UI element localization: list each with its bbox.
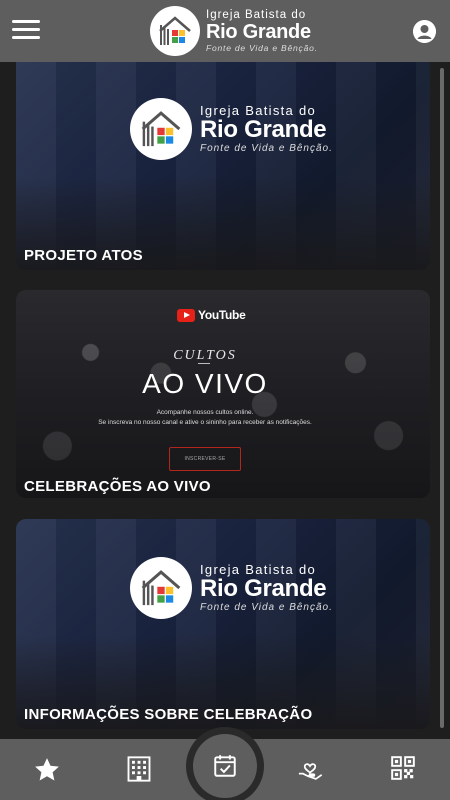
divider xyxy=(198,363,210,364)
app-header: Igreja Batista do Rio Grande Fonte de Vi… xyxy=(0,0,450,62)
subtitle-line2: Se inscreva no nosso canal e ative o sin… xyxy=(98,419,312,426)
card-title: CELEBRAÇÕES AO VIVO xyxy=(24,478,211,495)
card-title: INFORMAÇÕES SOBRE CELEBRAÇÃO xyxy=(24,706,313,723)
header-logo: Igreja Batista do Rio Grande Fonte de Vi… xyxy=(150,5,318,57)
hand-heart-icon[interactable] xyxy=(296,755,326,785)
card-logo: Igreja Batista do Rio Grande Fonte de Vi… xyxy=(130,557,333,619)
church-logo-icon xyxy=(150,6,200,56)
card-projeto-atos[interactable]: Igreja Batista do Rio Grande Fonte de Vi… xyxy=(16,62,430,270)
logo-line1: Igreja Batista do xyxy=(206,8,307,21)
youtube-label: YouTube xyxy=(198,308,246,322)
calendar-check-icon[interactable] xyxy=(193,734,257,798)
logo-line2: Rio Grande xyxy=(200,575,327,602)
logo-line2: Rio Grande xyxy=(200,116,327,143)
logo-line2: Rio Grande xyxy=(206,21,311,43)
subscribe-button[interactable]: INSCREVER-SE xyxy=(169,447,241,471)
building-icon[interactable] xyxy=(125,755,155,785)
card-informacoes-celebracao[interactable]: Igreja Batista do Rio Grande Fonte de Vi… xyxy=(16,519,430,729)
subtitle-line1: Acompanhe nossos cultos online. xyxy=(156,409,254,416)
card-logo-text: Igreja Batista do Rio Grande Fonte de Vi… xyxy=(200,104,333,154)
card-title: PROJETO ATOS xyxy=(24,247,143,264)
card-logo: Igreja Batista do Rio Grande Fonte de Vi… xyxy=(130,98,333,160)
scrollbar[interactable] xyxy=(440,68,444,728)
ao-vivo-headline: AO VIVO xyxy=(142,368,268,399)
star-icon[interactable] xyxy=(32,755,62,785)
church-logo-icon xyxy=(130,557,192,619)
logo-line3: Fonte de Vida e Bênção. xyxy=(200,602,333,613)
qr-code-icon[interactable] xyxy=(390,755,420,785)
bottom-nav xyxy=(0,727,450,800)
youtube-play-icon xyxy=(177,308,195,322)
content-list[interactable]: Igreja Batista do Rio Grande Fonte de Vi… xyxy=(0,62,450,739)
card-logo-text: Igreja Batista do Rio Grande Fonte de Vi… xyxy=(200,563,333,613)
youtube-logo: YouTube xyxy=(177,308,246,322)
card-celebracoes-ao-vivo[interactable]: YouTube CULTOS AO VIVO Acompanhe nossos … xyxy=(16,290,430,498)
menu-icon[interactable] xyxy=(12,20,40,42)
logo-line3: Fonte de Vida e Bênção. xyxy=(200,143,333,154)
church-logo-icon xyxy=(130,98,192,160)
account-icon[interactable] xyxy=(413,20,436,43)
header-logo-text: Igreja Batista do Rio Grande Fonte de Vi… xyxy=(206,8,318,53)
logo-line3: Fonte de Vida e Bênção. xyxy=(206,43,318,53)
cultos-script-title: CULTOS xyxy=(173,348,237,363)
